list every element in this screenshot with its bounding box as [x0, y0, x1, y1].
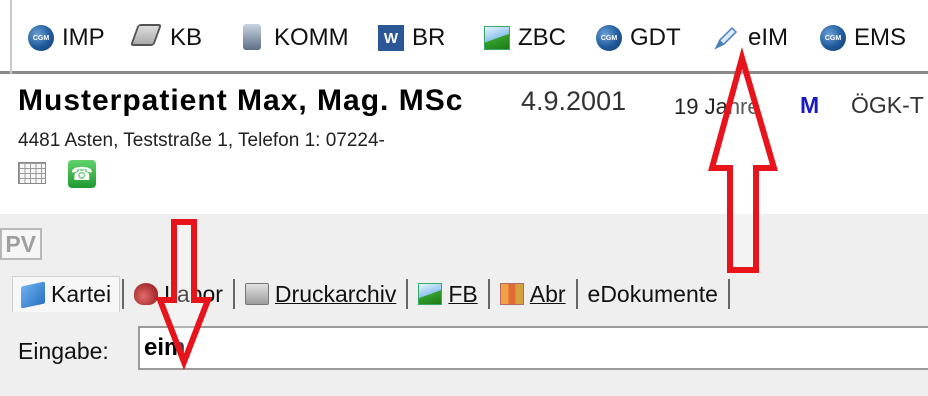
- cgm-globe-icon: CGM: [596, 25, 622, 51]
- tab-separator: [727, 279, 730, 309]
- word-icon: W: [378, 25, 404, 51]
- toolbar-button-label: eIM: [748, 24, 789, 51]
- tab-bar: Kartei Labor Druckarchiv FB Abr eDokumen…: [12, 276, 732, 312]
- patient-address: 4481 Asten, Teststraße 1, Telefon 1: 072…: [18, 130, 385, 151]
- tab-label: Druckarchiv: [274, 280, 397, 307]
- toolbar-button-zbc[interactable]: ZBC: [484, 22, 566, 54]
- toolbar-button-br[interactable]: W BR: [378, 22, 445, 54]
- tab-label: eDokumente: [587, 280, 718, 307]
- cgm-globe-icon: CGM: [28, 25, 54, 51]
- cgm-globe-icon: CGM: [820, 25, 846, 51]
- pv-badge[interactable]: PV: [0, 228, 42, 260]
- tab-separator: [575, 279, 578, 309]
- toolbar-button-komm[interactable]: KOMM: [238, 22, 349, 54]
- toolbar-button-label: KOMM: [274, 24, 349, 51]
- toolbar-button-ems[interactable]: CGM EMS: [820, 22, 906, 54]
- tab-label: Labor: [164, 280, 223, 307]
- printer-icon: [244, 283, 269, 305]
- input-label: Eingabe:: [18, 338, 109, 364]
- chart-icon: [484, 26, 510, 50]
- toolbar-button-label: KB: [170, 24, 203, 51]
- folder-icon: [21, 280, 45, 309]
- tab-separator: [406, 279, 409, 309]
- tab-kartei[interactable]: Kartei: [12, 276, 121, 312]
- toolbar-button-label: BR: [412, 24, 446, 51]
- tab-label: Abr: [529, 280, 566, 307]
- toolbar-inner: CGM IMP KB KOMM W BR ZBC CGM GDT eIM CGM…: [10, 0, 928, 74]
- tab-label: Kartei: [51, 281, 112, 307]
- toolbar: CGM IMP KB KOMM W BR ZBC CGM GDT eIM CGM…: [0, 0, 928, 74]
- tab-fb[interactable]: FB: [410, 276, 485, 312]
- tab-separator: [122, 279, 125, 309]
- computer-icon: [238, 24, 266, 52]
- toolbar-button-gdt[interactable]: CGM GDT: [596, 22, 681, 54]
- toolbar-button-kb[interactable]: KB: [129, 22, 203, 54]
- toolbar-button-label: EMS: [854, 24, 907, 51]
- patient-sex-marker: M: [800, 92, 820, 118]
- pen-icon: [712, 24, 740, 52]
- toolbar-button-eim[interactable]: eIM: [712, 22, 788, 54]
- patient-name: Musterpatient Max, Mag. MSc: [18, 84, 464, 117]
- toolbar-button-imp[interactable]: CGM IMP: [28, 22, 105, 54]
- tab-separator: [232, 279, 235, 309]
- patient-birthdate: 4.9.2001: [521, 86, 627, 116]
- billing-icon: [499, 283, 524, 305]
- book-icon: [129, 24, 163, 52]
- chart-icon: [418, 283, 443, 305]
- eingabe-input[interactable]: [138, 326, 928, 370]
- phone-icon[interactable]: ☎: [68, 160, 96, 188]
- toolbar-button-label: ZBC: [518, 24, 566, 51]
- tab-abr[interactable]: Abr: [492, 276, 574, 312]
- patient-age: 19 Jahre: [674, 94, 760, 119]
- tab-separator: [487, 279, 490, 309]
- calendar-icon[interactable]: [18, 162, 46, 184]
- tab-edokumente[interactable]: eDokumente: [580, 276, 726, 312]
- toolbar-button-label: IMP: [62, 24, 105, 51]
- lab-icon: [134, 283, 159, 305]
- input-row: Eingabe:: [0, 322, 928, 374]
- toolbar-button-label: GDT: [630, 24, 681, 51]
- tab-druckarchiv[interactable]: Druckarchiv: [237, 276, 404, 312]
- tab-labor[interactable]: Labor: [126, 276, 231, 312]
- tab-label: FB: [448, 280, 478, 307]
- patient-insurance: ÖGK-T: [851, 92, 924, 118]
